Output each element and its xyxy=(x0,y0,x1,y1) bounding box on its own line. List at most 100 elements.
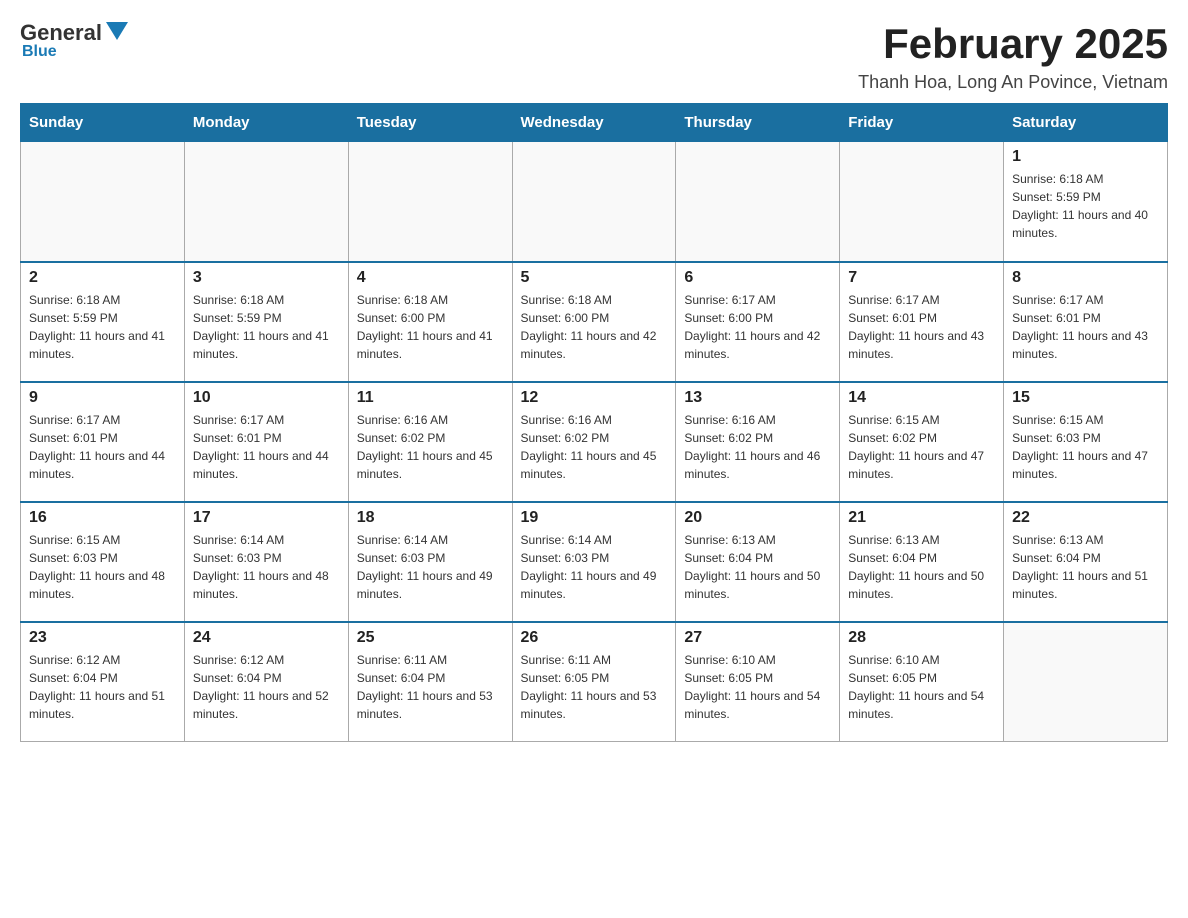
calendar-cell: 4 Sunrise: 6:18 AM Sunset: 6:00 PM Daylig… xyxy=(348,262,512,382)
calendar-cell: 10 Sunrise: 6:17 AM Sunset: 6:01 PM Dayli… xyxy=(184,382,348,502)
logo-general: General xyxy=(20,22,102,44)
logo-blue: Blue xyxy=(20,43,57,61)
day-info: Sunrise: 6:10 AM Sunset: 6:05 PM Dayligh… xyxy=(848,651,995,723)
day-number: 14 xyxy=(848,389,995,407)
day-number: 27 xyxy=(684,629,831,647)
calendar-cell: 25 Sunrise: 6:11 AM Sunset: 6:04 PM Dayli… xyxy=(348,622,512,742)
calendar-subtitle: Thanh Hoa, Long An Povince, Vietnam xyxy=(858,72,1168,93)
day-number: 15 xyxy=(1012,389,1159,407)
page-header: General Blue February 2025 Thanh Hoa, Lo… xyxy=(20,20,1168,93)
day-number: 6 xyxy=(684,269,831,287)
day-number: 7 xyxy=(848,269,995,287)
day-info: Sunrise: 6:16 AM Sunset: 6:02 PM Dayligh… xyxy=(684,411,831,483)
day-info: Sunrise: 6:18 AM Sunset: 6:00 PM Dayligh… xyxy=(357,291,504,363)
calendar-cell: 26 Sunrise: 6:11 AM Sunset: 6:05 PM Dayli… xyxy=(512,622,676,742)
header-sunday: Sunday xyxy=(21,104,185,142)
day-info: Sunrise: 6:18 AM Sunset: 5:59 PM Dayligh… xyxy=(193,291,340,363)
day-number: 26 xyxy=(521,629,668,647)
day-info: Sunrise: 6:18 AM Sunset: 5:59 PM Dayligh… xyxy=(29,291,176,363)
day-info: Sunrise: 6:14 AM Sunset: 6:03 PM Dayligh… xyxy=(357,531,504,603)
calendar-cell: 27 Sunrise: 6:10 AM Sunset: 6:05 PM Dayli… xyxy=(676,622,840,742)
day-number: 22 xyxy=(1012,509,1159,527)
day-info: Sunrise: 6:18 AM Sunset: 6:00 PM Dayligh… xyxy=(521,291,668,363)
calendar-cell: 11Sunrise: 6:16 AM Sunset: 6:02 PM Dayli… xyxy=(348,382,512,502)
day-info: Sunrise: 6:17 AM Sunset: 6:01 PM Dayligh… xyxy=(848,291,995,363)
day-number: 12 xyxy=(521,389,668,407)
calendar-cell: 6 Sunrise: 6:17 AM Sunset: 6:00 PM Daylig… xyxy=(676,262,840,382)
calendar-title: February 2025 xyxy=(858,20,1168,68)
day-info: Sunrise: 6:17 AM Sunset: 6:00 PM Dayligh… xyxy=(684,291,831,363)
header-wednesday: Wednesday xyxy=(512,104,676,142)
calendar-cell: 18 Sunrise: 6:14 AM Sunset: 6:03 PM Dayli… xyxy=(348,502,512,622)
day-number: 4 xyxy=(357,269,504,287)
day-number: 25 xyxy=(357,629,504,647)
day-info: Sunrise: 6:17 AM Sunset: 6:01 PM Dayligh… xyxy=(1012,291,1159,363)
calendar-week-row: 16Sunrise: 6:15 AM Sunset: 6:03 PM Dayli… xyxy=(21,502,1168,622)
day-number: 3 xyxy=(193,269,340,287)
calendar-cell: 2Sunrise: 6:18 AM Sunset: 5:59 PM Daylig… xyxy=(21,262,185,382)
calendar-cell: 9 Sunrise: 6:17 AM Sunset: 6:01 PM Daylig… xyxy=(21,382,185,502)
day-info: Sunrise: 6:14 AM Sunset: 6:03 PM Dayligh… xyxy=(193,531,340,603)
day-info: Sunrise: 6:14 AM Sunset: 6:03 PM Dayligh… xyxy=(521,531,668,603)
day-number: 10 xyxy=(193,389,340,407)
header-monday: Monday xyxy=(184,104,348,142)
day-info: Sunrise: 6:13 AM Sunset: 6:04 PM Dayligh… xyxy=(684,531,831,603)
calendar-week-row: 9 Sunrise: 6:17 AM Sunset: 6:01 PM Daylig… xyxy=(21,382,1168,502)
calendar-cell xyxy=(184,142,348,262)
day-number: 9 xyxy=(29,389,176,407)
day-number: 5 xyxy=(521,269,668,287)
calendar-cell xyxy=(676,142,840,262)
day-info: Sunrise: 6:13 AM Sunset: 6:04 PM Dayligh… xyxy=(848,531,995,603)
title-block: February 2025 Thanh Hoa, Long An Povince… xyxy=(858,20,1168,93)
day-info: Sunrise: 6:10 AM Sunset: 6:05 PM Dayligh… xyxy=(684,651,831,723)
calendar-cell xyxy=(21,142,185,262)
calendar-cell: 22 Sunrise: 6:13 AM Sunset: 6:04 PM Dayli… xyxy=(1004,502,1168,622)
calendar-cell: 3 Sunrise: 6:18 AM Sunset: 5:59 PM Daylig… xyxy=(184,262,348,382)
day-number: 13 xyxy=(684,389,831,407)
calendar-cell: 5 Sunrise: 6:18 AM Sunset: 6:00 PM Daylig… xyxy=(512,262,676,382)
day-info: Sunrise: 6:11 AM Sunset: 6:05 PM Dayligh… xyxy=(521,651,668,723)
day-number: 17 xyxy=(193,509,340,527)
day-number: 21 xyxy=(848,509,995,527)
day-info: Sunrise: 6:12 AM Sunset: 6:04 PM Dayligh… xyxy=(193,651,340,723)
calendar-cell: 20 Sunrise: 6:13 AM Sunset: 6:04 PM Dayli… xyxy=(676,502,840,622)
day-number: 20 xyxy=(684,509,831,527)
calendar-cell xyxy=(840,142,1004,262)
calendar-table: SundayMondayTuesdayWednesdayThursdayFrid… xyxy=(20,103,1168,742)
calendar-cell: 13 Sunrise: 6:16 AM Sunset: 6:02 PM Dayli… xyxy=(676,382,840,502)
day-number: 8 xyxy=(1012,269,1159,287)
day-info: Sunrise: 6:17 AM Sunset: 6:01 PM Dayligh… xyxy=(193,411,340,483)
day-info: Sunrise: 6:16 AM Sunset: 6:02 PM Dayligh… xyxy=(357,411,504,483)
calendar-cell: 19Sunrise: 6:14 AM Sunset: 6:03 PM Dayli… xyxy=(512,502,676,622)
day-info: Sunrise: 6:13 AM Sunset: 6:04 PM Dayligh… xyxy=(1012,531,1159,603)
calendar-cell xyxy=(512,142,676,262)
header-tuesday: Tuesday xyxy=(348,104,512,142)
day-number: 23 xyxy=(29,629,176,647)
logo: General Blue xyxy=(20,20,128,61)
calendar-cell: 8 Sunrise: 6:17 AM Sunset: 6:01 PM Daylig… xyxy=(1004,262,1168,382)
logo-arrow-icon xyxy=(106,22,128,40)
calendar-cell: 21 Sunrise: 6:13 AM Sunset: 6:04 PM Dayli… xyxy=(840,502,1004,622)
header-friday: Friday xyxy=(840,104,1004,142)
header-thursday: Thursday xyxy=(676,104,840,142)
day-number: 24 xyxy=(193,629,340,647)
day-number: 16 xyxy=(29,509,176,527)
day-info: Sunrise: 6:18 AM Sunset: 5:59 PM Dayligh… xyxy=(1012,170,1159,242)
calendar-cell: 12 Sunrise: 6:16 AM Sunset: 6:02 PM Dayli… xyxy=(512,382,676,502)
calendar-cell: 1 Sunrise: 6:18 AM Sunset: 5:59 PM Daylig… xyxy=(1004,142,1168,262)
day-info: Sunrise: 6:11 AM Sunset: 6:04 PM Dayligh… xyxy=(357,651,504,723)
calendar-header-row: SundayMondayTuesdayWednesdayThursdayFrid… xyxy=(21,104,1168,142)
day-info: Sunrise: 6:16 AM Sunset: 6:02 PM Dayligh… xyxy=(521,411,668,483)
day-info: Sunrise: 6:17 AM Sunset: 6:01 PM Dayligh… xyxy=(29,411,176,483)
day-number: 1 xyxy=(1012,148,1159,166)
calendar-week-row: 23 Sunrise: 6:12 AM Sunset: 6:04 PM Dayli… xyxy=(21,622,1168,742)
calendar-week-row: 2Sunrise: 6:18 AM Sunset: 5:59 PM Daylig… xyxy=(21,262,1168,382)
day-info: Sunrise: 6:15 AM Sunset: 6:02 PM Dayligh… xyxy=(848,411,995,483)
calendar-cell: 24 Sunrise: 6:12 AM Sunset: 6:04 PM Dayli… xyxy=(184,622,348,742)
calendar-cell: 14 Sunrise: 6:15 AM Sunset: 6:02 PM Dayli… xyxy=(840,382,1004,502)
day-info: Sunrise: 6:12 AM Sunset: 6:04 PM Dayligh… xyxy=(29,651,176,723)
calendar-cell: 23 Sunrise: 6:12 AM Sunset: 6:04 PM Dayli… xyxy=(21,622,185,742)
day-info: Sunrise: 6:15 AM Sunset: 6:03 PM Dayligh… xyxy=(1012,411,1159,483)
calendar-cell xyxy=(348,142,512,262)
day-number: 18 xyxy=(357,509,504,527)
